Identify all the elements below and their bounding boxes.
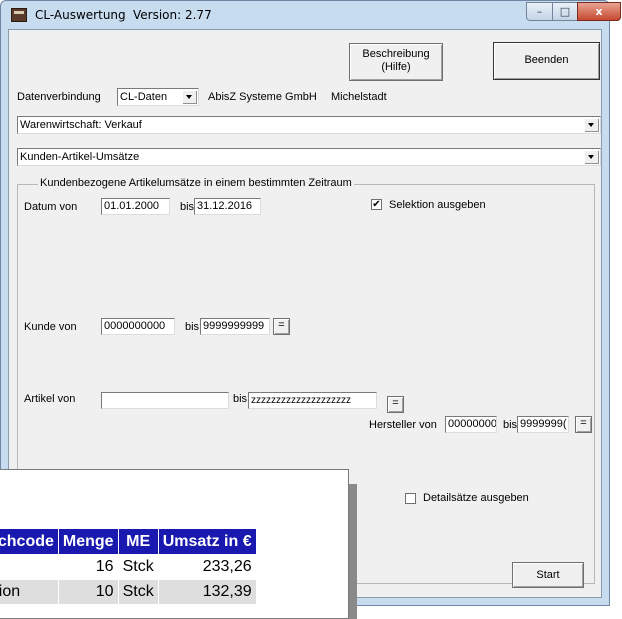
- description-help-label: Beschreibung (Hilfe): [362, 48, 430, 73]
- report-select[interactable]: Kunden-Artikel-Umsätze: [17, 148, 601, 166]
- company-city: Michelstadt: [331, 91, 387, 103]
- report-preview: -Matchcode Menge ME Umsatz in € 16 Stck …: [0, 469, 349, 619]
- selection-checkbox[interactable]: ✔: [371, 199, 382, 210]
- manufacturer-to-input[interactable]: 9999999(: [517, 416, 569, 433]
- date-from-input[interactable]: 01.01.2000: [101, 198, 170, 215]
- date-to-input[interactable]: 31.12.2016: [194, 198, 261, 215]
- col-matchcode: -Matchcode: [0, 528, 59, 555]
- date-from-label: Datum von: [24, 201, 78, 213]
- col-revenue: Umsatz in €: [157, 528, 257, 555]
- area-value: Warenwirtschaft: Verkauf: [20, 119, 142, 131]
- article-from-label: Artikel von: [24, 393, 76, 405]
- details-label: Detailsätze ausgeben: [423, 492, 529, 504]
- connection-label: Datenverbindung: [17, 91, 101, 103]
- app-icon: [11, 8, 27, 22]
- col-quantity: Menge: [57, 528, 119, 555]
- article-bis-label: bis: [233, 393, 248, 405]
- chevron-down-icon[interactable]: [584, 118, 599, 132]
- quit-label: Beenden: [524, 54, 569, 66]
- maximize-button[interactable]: □: [552, 2, 578, 21]
- company-name: AbisZ Systeme GmbH: [208, 91, 317, 103]
- cell-matchcode: position: [0, 579, 59, 605]
- window-title: CL-Auswertung: [35, 8, 126, 22]
- customer-bis-label: bis: [185, 321, 200, 333]
- quit-button[interactable]: Beenden: [493, 42, 600, 80]
- area-select[interactable]: Warenwirtschaft: Verkauf: [17, 116, 601, 134]
- description-help-button[interactable]: Beschreibung (Hilfe): [349, 43, 443, 81]
- period-group-title: Kundenbezogene Artikelumsätze in einem b…: [38, 177, 354, 189]
- col-unit: ME: [117, 528, 159, 555]
- close-button[interactable]: x: [577, 2, 621, 21]
- selection-label: Selektion ausgeben: [389, 199, 486, 211]
- manufacturer-from-input[interactable]: 00000000(: [445, 416, 497, 433]
- manufacturer-from-label: Hersteller von: [369, 419, 437, 431]
- start-label: Start: [536, 569, 560, 581]
- cell-matchcode: [0, 554, 59, 580]
- customer-from-input[interactable]: 0000000000: [101, 318, 175, 335]
- customer-to-input[interactable]: 9999999999: [200, 318, 270, 335]
- article-from-input[interactable]: [101, 392, 229, 409]
- connection-select[interactable]: CL-Daten: [117, 88, 199, 106]
- article-lookup-button[interactable]: =: [387, 396, 404, 413]
- report-value: Kunden-Artikel-Umsätze: [20, 151, 140, 163]
- customer-lookup-button[interactable]: =: [273, 318, 290, 335]
- cell-revenue: 233,26: [157, 554, 257, 580]
- table-row: 16 Stck 233,26: [0, 554, 257, 580]
- cell-quantity: 10: [57, 579, 119, 605]
- manufacturer-lookup-button[interactable]: =: [575, 416, 592, 433]
- window-version: Version: 2.77: [133, 8, 212, 22]
- report-preview-shadow: [349, 484, 357, 619]
- cell-revenue: 132,39: [157, 579, 257, 605]
- cell-quantity: 16: [57, 554, 119, 580]
- minimize-button[interactable]: –: [526, 2, 553, 21]
- customer-from-label: Kunde von: [24, 321, 77, 333]
- cell-unit: Stck: [117, 579, 159, 605]
- table-header-row: -Matchcode Menge ME Umsatz in €: [0, 528, 257, 555]
- manufacturer-bis-label: bis: [503, 419, 518, 431]
- chevron-down-icon[interactable]: [584, 150, 599, 164]
- cell-unit: Stck: [117, 554, 159, 580]
- start-button[interactable]: Start: [512, 562, 584, 588]
- date-bis-label: bis: [180, 201, 195, 213]
- article-to-input[interactable]: zzzzzzzzzzzzzzzzzzzz: [248, 392, 377, 409]
- connection-value: CL-Daten: [120, 91, 168, 103]
- report-table: -Matchcode Menge ME Umsatz in € 16 Stck …: [0, 528, 257, 605]
- details-checkbox[interactable]: [405, 493, 416, 504]
- table-row: position 10 Stck 132,39: [0, 579, 257, 605]
- title-bar[interactable]: CL-Auswertung Version: 2.77: [1, 1, 609, 29]
- chevron-down-icon[interactable]: [182, 90, 197, 104]
